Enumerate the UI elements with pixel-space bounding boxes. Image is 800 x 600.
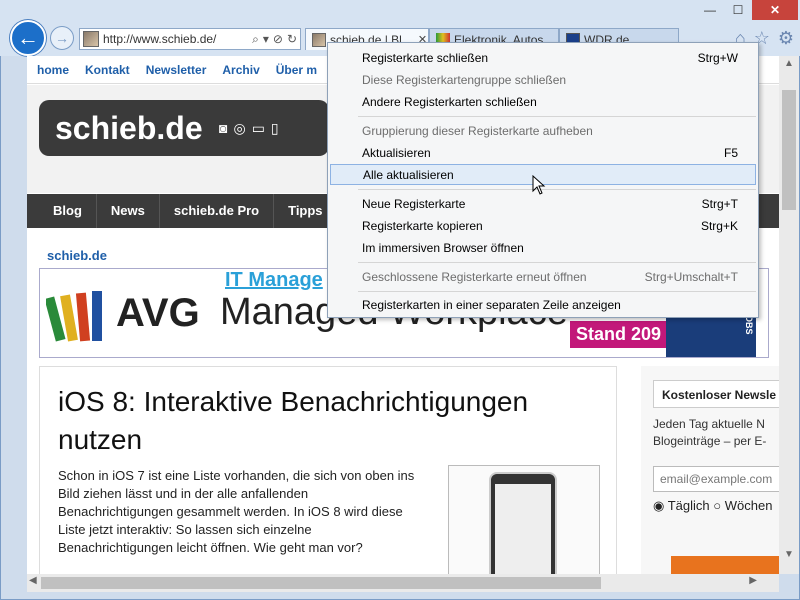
phone-image: [489, 472, 557, 574]
arrow-right-icon: →: [55, 30, 69, 46]
scroll-left-icon[interactable]: ◀: [29, 575, 37, 586]
mainnav-news[interactable]: News: [97, 194, 160, 228]
scroll-right-icon[interactable]: ▶: [749, 575, 757, 586]
menu-item-label: Registerkarte kopieren: [362, 218, 483, 233]
menu-item-ungroup: Gruppierung dieser Registerkarte aufhebe…: [330, 120, 756, 141]
menu-item-label: Neue Registerkarte: [362, 196, 466, 211]
site-favicon-icon: [312, 32, 326, 47]
menu-item-label: Registerkarte schließen: [362, 50, 489, 65]
menu-separator: [358, 116, 756, 117]
topnav-newsletter-link[interactable]: Newsletter: [146, 63, 207, 77]
menu-item-duplicate-tab[interactable]: Registerkarte kopieren Strg+K: [330, 215, 756, 236]
minimize-button[interactable]: —: [696, 0, 724, 20]
menu-item-label: Im immersiven Browser öffnen: [362, 240, 524, 255]
site-favicon-icon: [83, 31, 99, 47]
menu-item-refresh[interactable]: Aktualisieren F5: [330, 142, 756, 163]
site-label[interactable]: schieb.de: [47, 248, 107, 263]
address-text: http://www.schieb.de/: [103, 32, 217, 46]
tablet-icon: ▯: [270, 119, 279, 136]
forward-button[interactable]: →: [50, 26, 74, 50]
vertical-scrollbar[interactable]: ▲ ▼: [779, 56, 799, 574]
menu-item-separate-row[interactable]: Registerkarten in einer separaten Zeile …: [330, 294, 756, 315]
stop-icon[interactable]: ⊘: [273, 32, 283, 47]
article-body: Schon in iOS 7 ist eine Liste vorhanden,…: [58, 468, 415, 555]
logo-text: schieb.de: [55, 109, 203, 146]
menu-item-reopen-closed: Geschlossene Registerkarte erneut öffnen…: [330, 266, 756, 287]
menu-item-close-tab[interactable]: Registerkarte schließen Strg+W: [330, 47, 756, 68]
menu-item-immersive[interactable]: Im immersiven Browser öffnen: [330, 237, 756, 258]
site-logo[interactable]: schieb.de ◙ ◎ ▭ ▯: [39, 100, 329, 156]
menu-item-label: Aktualisieren: [362, 145, 431, 160]
dropdown-icon[interactable]: ▾: [263, 32, 269, 47]
vertical-scroll-thumb[interactable]: [782, 90, 796, 210]
article-card: iOS 8: Interaktive Benachrichtigungen nu…: [39, 366, 617, 574]
banner-brand: AVG: [116, 291, 200, 335]
menu-item-shortcut: F5: [723, 145, 738, 160]
topnav-archiv-link[interactable]: Archiv: [222, 63, 259, 77]
menu-item-shortcut: Strg+T: [701, 196, 738, 211]
menu-item-label: Diese Registerkartengruppe schließen: [362, 72, 567, 87]
back-button[interactable]: ←: [10, 20, 46, 56]
maximize-button[interactable]: ☐: [724, 0, 752, 20]
menu-separator: [358, 291, 756, 292]
topnav-kontakt-link[interactable]: Kontakt: [85, 63, 130, 77]
menu-separator: [358, 262, 756, 263]
article-title[interactable]: iOS 8: Interaktive Benachrichtigungen nu…: [58, 383, 578, 459]
search-icon[interactable]: ⌕: [252, 32, 259, 47]
radio-weekly-label: Wöchen: [724, 498, 773, 513]
menu-item-close-others[interactable]: Andere Registerkarten schließen: [330, 91, 756, 112]
menu-item-shortcut: Strg+Umschalt+T: [644, 269, 738, 284]
address-bar[interactable]: http://www.schieb.de/ ⌕ ▾ ⊘ ↻: [79, 28, 301, 50]
refresh-icon[interactable]: ↻: [287, 32, 297, 47]
horizontal-scrollbar[interactable]: ◀ ▶: [27, 574, 779, 592]
menu-item-label: Gruppierung dieser Registerkarte aufhebe…: [362, 123, 593, 138]
radio-daily[interactable]: ◉ Täglich: [653, 498, 710, 513]
email-input[interactable]: email@example.com: [653, 466, 779, 492]
horizontal-scroll-thumb[interactable]: [41, 577, 601, 589]
menu-item-shortcut: Strg+K: [700, 218, 738, 233]
frequency-radios: ◉ Täglich ○ Wöchen: [653, 498, 772, 514]
menu-item-label: Registerkarten in einer separaten Zeile …: [362, 297, 621, 312]
headphones-icon: ◎: [233, 119, 246, 136]
radio-weekly[interactable]: ○ Wöchen: [713, 498, 772, 513]
newsletter-sidebar: Kostenloser Newsle Jeden Tag aktuelle N …: [641, 366, 779, 574]
menu-item-label: Andere Registerkarten schließen: [362, 94, 537, 109]
avg-logo-icon: [46, 291, 102, 342]
article-image[interactable]: [448, 465, 600, 574]
scroll-up-icon[interactable]: ▲: [784, 58, 794, 69]
newsletter-text: Jeden Tag aktuelle N Blogeinträge – per …: [653, 416, 779, 450]
window-controls: — ☐ ✕: [696, 0, 798, 20]
menu-item-label: Geschlossene Registerkarte erneut öffnen: [362, 269, 587, 284]
menu-item-label: Alle aktualisieren: [363, 167, 454, 182]
topnav-ueber-link[interactable]: Über m: [276, 63, 317, 77]
scroll-down-icon[interactable]: ▼: [784, 549, 794, 560]
mainnav-blog[interactable]: Blog: [39, 194, 97, 228]
monitor-icon: ▭: [251, 119, 265, 136]
mainnav-pro[interactable]: schieb.de Pro: [160, 194, 275, 228]
arrow-left-icon: ←: [17, 25, 39, 50]
radio-daily-label: Täglich: [667, 498, 710, 513]
banner-it-manage: IT Manage: [225, 269, 323, 291]
menu-item-close-group: Diese Registerkartengruppe schließen: [330, 69, 756, 90]
topnav-home-link[interactable]: home: [37, 63, 69, 77]
camera-icon: ◙: [219, 119, 228, 136]
close-window-button[interactable]: ✕: [752, 0, 798, 20]
banner-stand: Stand 209: [570, 321, 668, 348]
newsletter-heading: Kostenloser Newsle: [653, 380, 779, 408]
subscribe-button[interactable]: [671, 556, 779, 574]
menu-separator: [358, 189, 756, 190]
mouse-cursor-icon: [532, 175, 546, 195]
newsletter-text-line: Blogeinträge – per E-: [653, 434, 767, 448]
menu-item-new-tab[interactable]: Neue Registerkarte Strg+T: [330, 193, 756, 214]
newsletter-text-line: Jeden Tag aktuelle N: [653, 417, 765, 431]
menu-item-shortcut: Strg+W: [697, 50, 738, 65]
settings-gear-icon[interactable]: ⚙: [778, 28, 794, 49]
